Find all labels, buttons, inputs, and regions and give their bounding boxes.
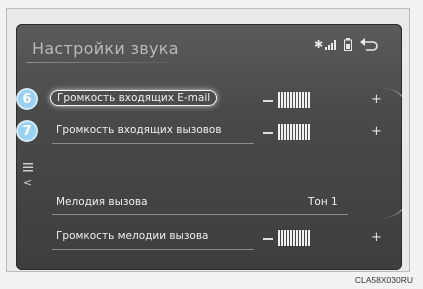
- back-icon[interactable]: [360, 37, 378, 54]
- volume-level-bar: [278, 124, 310, 140]
- display-screen: Настройки звука ✱ < 6 Громкость входящих…: [16, 24, 402, 270]
- scrollbar[interactable]: [382, 88, 402, 218]
- row-divider: [52, 249, 254, 250]
- volume-up-button[interactable]: +: [371, 124, 382, 139]
- volume-up-button[interactable]: +: [371, 230, 382, 245]
- page-title: Настройки звука: [32, 39, 179, 58]
- ringtone-value: Тон 1: [308, 196, 338, 208]
- signal-icon: [325, 40, 337, 53]
- volume-down-button[interactable]: [263, 100, 273, 102]
- battery-icon: [344, 38, 352, 54]
- volume-up-button[interactable]: +: [371, 92, 382, 107]
- volume-down-button[interactable]: [263, 238, 273, 240]
- incoming-email-volume-label[interactable]: Громкость входящих E-mail: [50, 90, 218, 106]
- volume-level-bar: [278, 92, 310, 108]
- title-divider: [26, 62, 196, 63]
- callout-6: 6: [18, 90, 36, 108]
- callout-7: 7: [18, 122, 36, 140]
- incoming-call-volume-label[interactable]: Громкость входящих вызовов: [56, 124, 222, 136]
- volume-down-button[interactable]: [263, 132, 273, 134]
- ringtone-volume-label[interactable]: Громкость мелодии вызова: [56, 230, 208, 242]
- chevron-left-icon[interactable]: <: [23, 176, 32, 189]
- ringtone-label: Мелодия вызова: [56, 196, 148, 208]
- list-icon[interactable]: [23, 162, 33, 175]
- volume-level-bar: [278, 230, 310, 246]
- row-divider: [52, 214, 348, 215]
- figure-code: CLA58X030RU: [354, 275, 413, 285]
- row-divider: [52, 143, 254, 144]
- bluetooth-icon: ✱: [314, 38, 324, 51]
